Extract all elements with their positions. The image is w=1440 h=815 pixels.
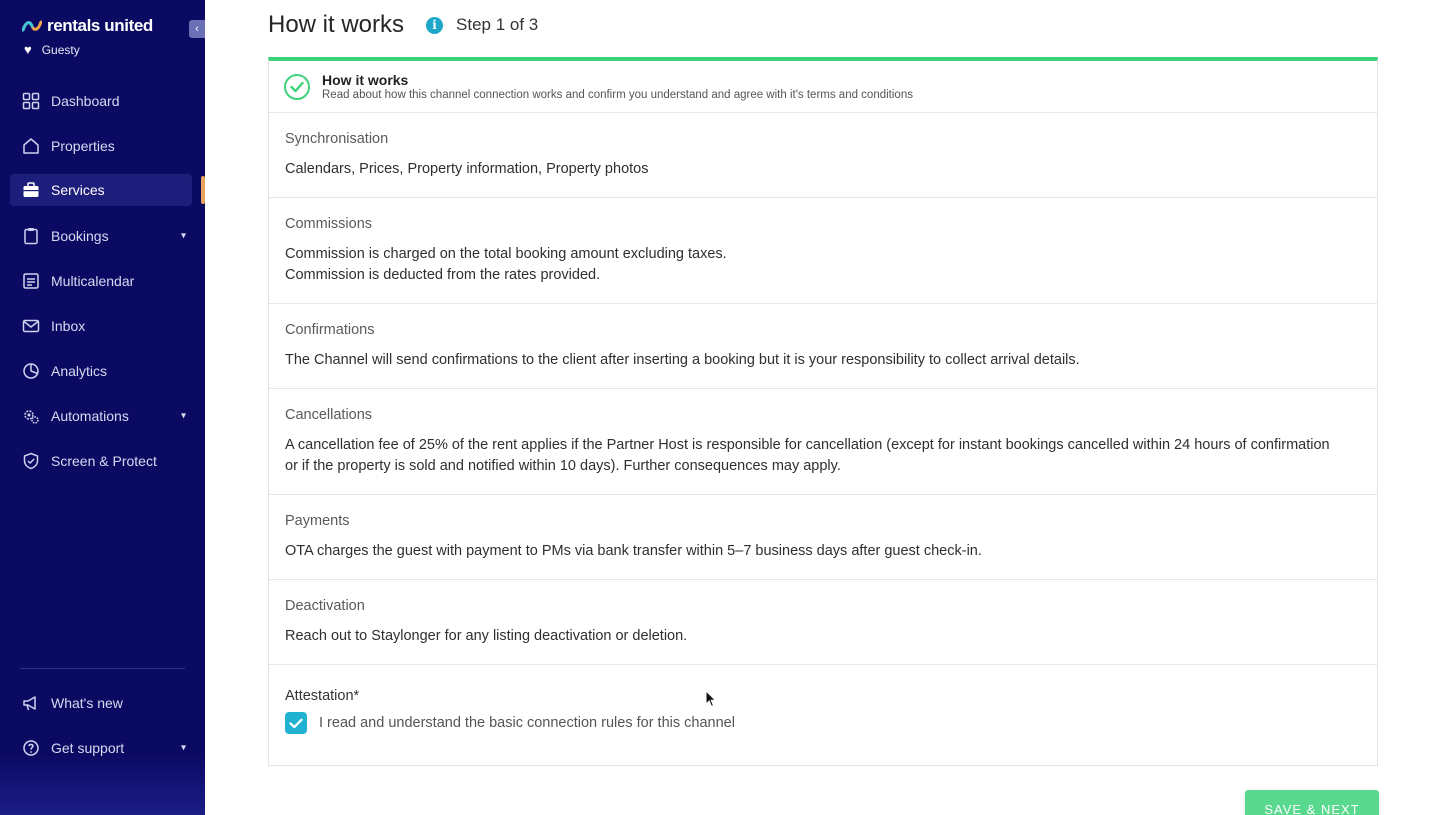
brand-name: rentals united [47, 16, 153, 35]
sidebar-item-label: Analytics [51, 362, 108, 379]
dashboard-icon [22, 92, 40, 110]
section-title: Payments [285, 513, 350, 529]
brand-logo[interactable]: rentals united [22, 16, 153, 36]
sidebar-item-inbox[interactable]: Inbox [10, 303, 192, 348]
main-content: How it works i Step 1 of 3 How it works … [205, 0, 1440, 815]
section-title: Commissions [285, 216, 373, 232]
sidebar-item-label: What's new [51, 694, 123, 711]
attestation-section: Attestation* I read and understand the b… [269, 665, 1377, 734]
chevron-down-icon: ▾ [180, 230, 186, 241]
sidebar-item-label: Properties [51, 137, 115, 154]
shield-icon [22, 452, 40, 470]
sidebar-item-label: Multicalendar [51, 272, 135, 289]
clipboard-icon [22, 227, 40, 245]
info-icon[interactable]: i [426, 16, 444, 34]
sidebar-item-analytics[interactable]: Analytics [10, 348, 192, 393]
sidebar-item-services[interactable]: Services [10, 174, 192, 206]
section-payments: Payments OTA charges the guest with paym… [269, 495, 1377, 580]
sidebar-item-label: Bookings [51, 227, 109, 244]
account-switcher[interactable]: ♥ Guesty [24, 42, 80, 57]
account-name: Guesty [41, 42, 80, 57]
check-circle-icon [284, 73, 310, 100]
sidebar-divider [20, 668, 185, 669]
sidebar-item-properties[interactable]: Properties [10, 123, 192, 168]
help-circle-icon [22, 739, 40, 757]
card-subtitle: Read about how this channel connection w… [322, 89, 913, 101]
collapse-sidebar-button[interactable]: ‹ [189, 20, 205, 38]
attestation-checkbox-row[interactable]: I read and understand the basic connecti… [285, 712, 1361, 734]
section-body: Calendars, Prices, Property information,… [285, 159, 1361, 180]
heart-icon: ♥ [24, 42, 32, 57]
home-icon [22, 137, 40, 155]
card-title: How it works [322, 72, 409, 88]
section-title: Synchronisation [285, 131, 389, 147]
card-header: How it works Read about how this channel… [269, 61, 1377, 113]
section-line: A cancellation fee of 25% of the rent ap… [285, 437, 1330, 453]
calendar-icon [22, 272, 40, 290]
sidebar-item-label: Automations [51, 407, 129, 424]
section-line: Commission is deducted from the rates pr… [285, 267, 601, 283]
section-title: Confirmations [285, 322, 375, 338]
megaphone-icon [22, 694, 40, 712]
sidebar-item-bookings[interactable]: Bookings ▾ [10, 213, 192, 258]
section-line: Calendars, Prices, Property information,… [285, 161, 649, 177]
page-header: How it works i Step 1 of 3 [268, 10, 538, 40]
briefcase-icon [22, 181, 40, 199]
step-indicator: Step 1 of 3 [456, 15, 539, 34]
save-next-button[interactable]: SAVE & NEXT [1245, 790, 1379, 815]
attestation-title: Attestation* [285, 688, 360, 704]
sidebar-item-label: Screen & Protect [51, 452, 157, 469]
attestation-checkbox[interactable] [285, 712, 307, 734]
section-synchronisation: Synchronisation Calendars, Prices, Prope… [269, 113, 1377, 198]
sidebar-item-label: Get support [51, 739, 125, 756]
how-it-works-card: How it works Read about how this channel… [268, 57, 1378, 766]
section-title: Cancellations [285, 407, 373, 423]
gears-icon [22, 407, 40, 425]
section-line: Commission is charged on the total booki… [285, 246, 727, 262]
mouse-cursor-icon [705, 690, 717, 708]
sidebar: rentals united ‹ ♥ Guesty Dashboard Prop… [0, 0, 205, 815]
attestation-label: I read and understand the basic connecti… [319, 715, 735, 731]
section-line: Reach out to Staylonger for any listing … [285, 628, 688, 644]
page-title: How it works [268, 11, 405, 38]
sidebar-item-label: Inbox [51, 317, 86, 334]
section-body: Commission is charged on the total booki… [285, 244, 1361, 286]
sidebar-item-dashboard[interactable]: Dashboard [10, 78, 192, 123]
section-line: OTA charges the guest with payment to PM… [285, 543, 982, 559]
section-body: Reach out to Staylonger for any listing … [285, 626, 1361, 647]
sidebar-item-screen-protect[interactable]: Screen & Protect [10, 438, 192, 483]
logo-wave-icon [22, 20, 42, 32]
sidebar-item-label: Dashboard [51, 92, 120, 109]
pie-chart-icon [22, 362, 40, 380]
section-commissions: Commissions Commission is charged on the… [269, 198, 1377, 304]
sidebar-item-multicalendar[interactable]: Multicalendar [10, 258, 192, 303]
section-body: A cancellation fee of 25% of the rent ap… [285, 435, 1361, 477]
mail-icon [22, 317, 40, 335]
sidebar-item-whats-new[interactable]: What's new [10, 680, 192, 725]
main-nav: Dashboard Properties Services Bookings ▾ [10, 78, 192, 483]
chevron-down-icon: ▾ [180, 742, 186, 753]
section-line: The Channel will send confirmations to t… [285, 352, 1080, 368]
section-cancellations: Cancellations A cancellation fee of 25% … [269, 389, 1377, 495]
sidebar-item-automations[interactable]: Automations ▾ [10, 393, 192, 438]
sidebar-item-label: Services [51, 182, 105, 198]
section-line: or if the property is sold and notified … [285, 458, 841, 474]
chevron-down-icon: ▾ [180, 410, 186, 421]
section-body: The Channel will send confirmations to t… [285, 350, 1361, 371]
section-title: Deactivation [285, 598, 365, 614]
sidebar-footer-gradient [0, 755, 205, 815]
section-confirmations: Confirmations The Channel will send conf… [269, 304, 1377, 389]
section-deactivation: Deactivation Reach out to Staylonger for… [269, 580, 1377, 665]
section-body: OTA charges the guest with payment to PM… [285, 541, 1361, 562]
